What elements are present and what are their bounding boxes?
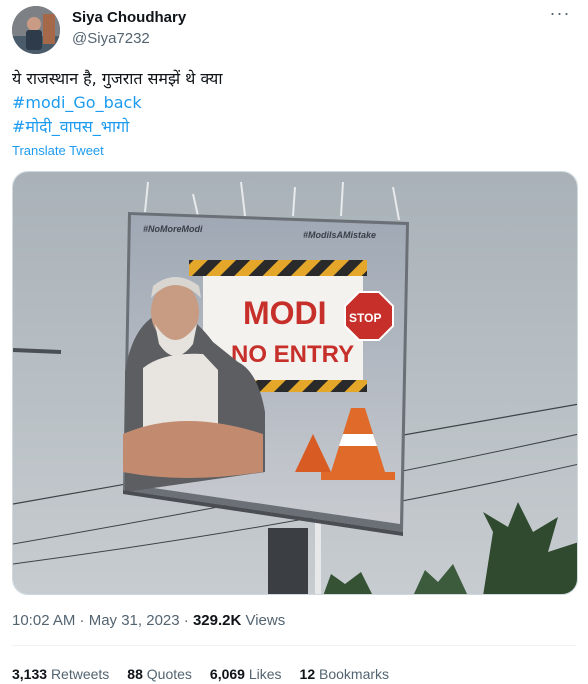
board-stop-sign: STOP <box>349 311 381 325</box>
divider <box>12 645 576 646</box>
billboard-photo: #NoMoreModi #ModiIsAMistake MODI NO ENTR… <box>13 172 577 594</box>
quotes-count: 88 <box>127 666 143 682</box>
bookmarks-stat[interactable]: 12 Bookmarks <box>300 666 390 682</box>
author-name[interactable]: Siya Choudhary <box>72 9 186 27</box>
tweet-photo[interactable]: #NoMoreModi #ModiIsAMistake MODI NO ENTR… <box>12 171 578 595</box>
likes-count: 6,069 <box>209 666 245 682</box>
tweet-timestamp[interactable]: 10:02 AM · May 31, 2023 · <box>12 612 193 629</box>
quotes-label: Quotes <box>146 666 192 682</box>
board-tag-left: #NoMoreModi <box>143 224 203 234</box>
bookmarks-count: 12 <box>299 666 316 682</box>
tweet-meta: 10:02 AM · May 31, 2023 · 329.2K Views <box>12 612 285 629</box>
translate-tweet-link[interactable]: Translate Tweet <box>12 143 104 158</box>
board-headline-modi: MODI <box>243 295 327 331</box>
tweet-stats: 3,133 Retweets 88 Quotes 6,069 Likes 12 Boo… <box>12 666 407 682</box>
hashtag-link[interactable]: #मोदी_वापस_भागो <box>12 115 572 139</box>
hashtag-link[interactable]: #modi_Go_back <box>12 91 572 115</box>
author-handle[interactable]: @Siya7232 <box>72 30 150 48</box>
retweets-label: Retweets <box>50 666 110 682</box>
tweet-text: ये राजस्थान है, गुजरात समझें थे क्या #mo… <box>12 67 572 139</box>
board-headline-no-entry: NO ENTRY <box>231 341 354 368</box>
likes-stat[interactable]: 6,069 Likes <box>210 666 282 682</box>
retweets-stat[interactable]: 3,133 Retweets <box>12 666 109 682</box>
tweet-header: Siya Choudhary @Siya7232 ··· <box>12 3 576 56</box>
more-horizontal-icon: ··· <box>549 3 571 23</box>
views-label: Views <box>241 612 286 629</box>
board-tag-right: #ModiIsAMistake <box>303 230 376 240</box>
avatar-image <box>12 6 60 54</box>
quotes-stat[interactable]: 88 Quotes <box>127 666 192 682</box>
tweet-line: ये राजस्थान है, गुजरात समझें थे क्या <box>12 69 223 88</box>
views-count: 329.2K <box>192 612 242 629</box>
avatar[interactable] <box>12 6 60 54</box>
more-options-button[interactable]: ··· <box>548 3 572 26</box>
retweets-count: 3,133 <box>12 666 48 682</box>
bookmarks-label: Bookmarks <box>319 666 390 682</box>
likes-label: Likes <box>248 666 282 682</box>
